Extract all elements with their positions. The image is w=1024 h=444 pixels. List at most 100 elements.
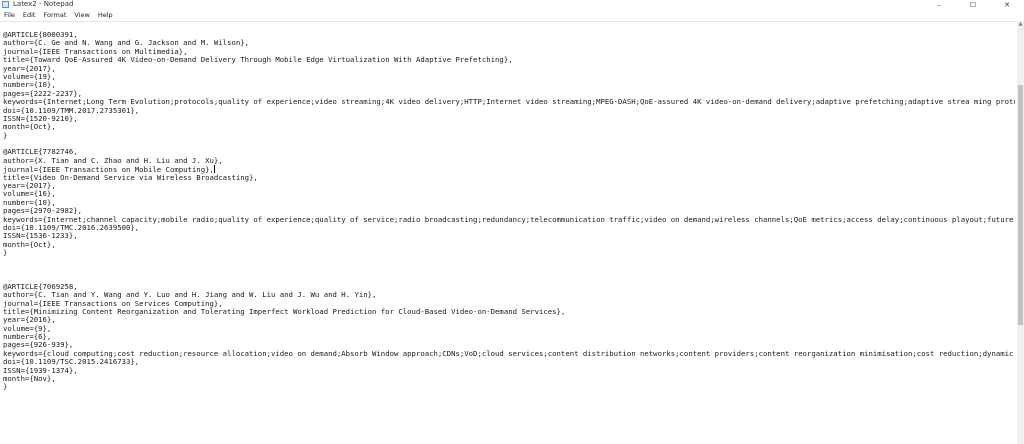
text-line: journal={IEEE Transactions on Multimedia… [3, 48, 1015, 56]
scroll-up-icon[interactable]: ▲ [1017, 21, 1024, 28]
text-line-content: @ARTICLE{8000391, [3, 31, 78, 39]
title-bar: Latex2 - Notepad – ☐ ✕ [0, 0, 1024, 10]
text-line-content: } [3, 131, 8, 140]
text-line: number={10}, [3, 199, 1015, 207]
text-line-content: year={2017}, [3, 64, 56, 73]
text-line-content: ISSN={1520-9210}, [3, 114, 78, 123]
text-line: title={Minimizing Content Reorganization… [3, 308, 1015, 316]
text-line-content: doi={10.1109/TMM.2017.2735301}, [3, 106, 140, 115]
text-line-content: journal={IEEE Transactions on Multimedia… [3, 47, 188, 56]
text-line-content: pages={2222-2237}, [3, 89, 83, 98]
text-line: keywords={Internet;Long Term Evolution;p… [3, 98, 1015, 106]
text-line: journal={IEEE Transactions on Services C… [3, 300, 1015, 308]
text-line: keywords={cloud computing;cost reduction… [3, 350, 1015, 358]
text-line: author={C. Ge and N. Wang and G. Jackson… [3, 39, 1015, 47]
text-line: ISSN={1939-1374}, [3, 367, 1015, 375]
text-line: @ARTICLE{7782746, [3, 148, 1015, 156]
text-line: month={Nov}, [3, 375, 1015, 383]
menu-help[interactable]: Help [94, 11, 117, 20]
text-line-content: keywords={cloud computing;cost reduction… [3, 349, 1015, 358]
text-line: pages={2970-2982}, [3, 207, 1015, 215]
text-line-content: author={C. Tian and Y. Wang and Y. Luo a… [3, 291, 377, 300]
menu-edit[interactable]: Edit [19, 11, 40, 20]
text-line-content: volume={19}, [3, 72, 56, 81]
text-line: pages={926-939}, [3, 341, 1015, 349]
text-line: doi={10.1109/TMM.2017.2735301}, [3, 107, 1015, 115]
menu-format[interactable]: Format [39, 11, 70, 20]
text-line-content: doi={10.1109/TSC.2015.2416733}, [3, 358, 140, 367]
minimize-button[interactable]: – [922, 0, 956, 10]
text-line [3, 274, 1015, 282]
text-line: number={6}, [3, 333, 1015, 341]
text-line-content: pages={2970-2982}, [3, 207, 83, 216]
text-line: year={2017}, [3, 182, 1015, 190]
text-line-content: doi={10.1109/TMC.2016.2639500}, [3, 223, 140, 232]
text-line: year={2017}, [3, 65, 1015, 73]
text-line-content: journal={IEEE Transactions on Services C… [3, 299, 223, 308]
text-line-content: author={C. Ge and N. Wang and G. Jackson… [3, 39, 250, 48]
text-line: volume={19}, [3, 73, 1015, 81]
text-line: } [3, 383, 1015, 391]
text-line-content: month={Nov}, [3, 375, 56, 384]
text-line: doi={10.1109/TMC.2016.2639500}, [3, 224, 1015, 232]
text-line-content: } [3, 383, 8, 392]
text-line-content: title={Minimizing Content Reorganization… [3, 307, 566, 316]
menu-file[interactable]: File [0, 11, 19, 20]
text-line [3, 258, 1015, 266]
text-editor[interactable]: @ARTICLE{8000391, author={C. Ge and N. Wa… [0, 21, 1017, 444]
text-line [3, 266, 1015, 274]
text-line: journal={IEEE Transactions on Mobile Com… [3, 165, 1015, 174]
maximize-button[interactable]: ☐ [956, 0, 990, 10]
text-line-content: journal={IEEE Transactions on Mobile Com… [3, 165, 214, 174]
text-line-content: volume={9}, [3, 324, 52, 333]
notepad-icon [2, 1, 9, 8]
text-line: @ARTICLE{7069258, [3, 283, 1015, 291]
text-line-content: number={10}, [3, 198, 56, 207]
text-line-content: } [3, 249, 8, 258]
text-line-content: ISSN={1536-1233}, [3, 232, 78, 241]
text-line-content: year={2017}, [3, 182, 56, 191]
text-line: year={2016}, [3, 316, 1015, 324]
text-line: author={C. Tian and Y. Wang and Y. Luo a… [3, 291, 1015, 299]
text-line-content: month={Oct}, [3, 123, 56, 132]
text-line-content: volume={16}, [3, 190, 56, 199]
text-line: } [3, 249, 1015, 257]
close-button[interactable]: ✕ [990, 0, 1024, 10]
text-line: month={Oct}, [3, 241, 1015, 249]
window-controls: – ☐ ✕ [922, 0, 1024, 10]
text-line [3, 140, 1015, 148]
text-line-content: author={X. Tian and C. Zhao and H. Liu a… [3, 156, 223, 165]
document-text[interactable]: @ARTICLE{8000391, author={C. Ge and N. Wa… [3, 31, 1015, 392]
menu-bar: File Edit Format View Help [0, 10, 1024, 20]
text-line: @ARTICLE{8000391, [3, 31, 1015, 39]
text-line: keywords={Internet;channel capacity;mobi… [3, 216, 1015, 224]
text-line: author={X. Tian and C. Zhao and H. Liu a… [3, 157, 1015, 165]
text-line-content: month={Oct}, [3, 240, 56, 249]
text-line-content: title={Video On-Demand Service via Wirel… [3, 173, 258, 182]
text-line: ISSN={1520-9210}, [3, 115, 1015, 123]
text-line: ISSN={1536-1233}, [3, 232, 1015, 240]
text-line-content: pages={926-939}, [3, 341, 74, 350]
text-line: } [3, 132, 1015, 140]
text-line-content: number={6}, [3, 333, 52, 342]
scrollbar-thumb[interactable] [1018, 85, 1023, 325]
menu-view[interactable]: View [70, 11, 93, 20]
text-line-content: @ARTICLE{7069258, [3, 282, 78, 291]
text-line-content: ISSN={1939-1374}, [3, 366, 78, 375]
text-line: number={10}, [3, 81, 1015, 89]
vertical-scrollbar[interactable]: ▲ [1017, 21, 1024, 444]
text-line: title={Video On-Demand Service via Wirel… [3, 174, 1015, 182]
text-line: doi={10.1109/TSC.2015.2416733}, [3, 358, 1015, 366]
text-line-content: year={2016}, [3, 316, 56, 325]
text-line: volume={16}, [3, 190, 1015, 198]
text-line: volume={9}, [3, 325, 1015, 333]
text-line: pages={2222-2237}, [3, 90, 1015, 98]
text-line-content: title={Toward QoE-Assured 4K Video-on-De… [3, 56, 513, 65]
text-line-content: number={10}, [3, 81, 56, 90]
text-line: month={Oct}, [3, 123, 1015, 131]
text-line: title={Toward QoE-Assured 4K Video-on-De… [3, 56, 1015, 64]
text-line-content: @ARTICLE{7782746, [3, 148, 78, 157]
text-line-content: keywords={Internet;channel capacity;mobi… [3, 215, 1015, 224]
window-title: Latex2 - Notepad [13, 0, 74, 8]
text-caret [213, 165, 215, 174]
